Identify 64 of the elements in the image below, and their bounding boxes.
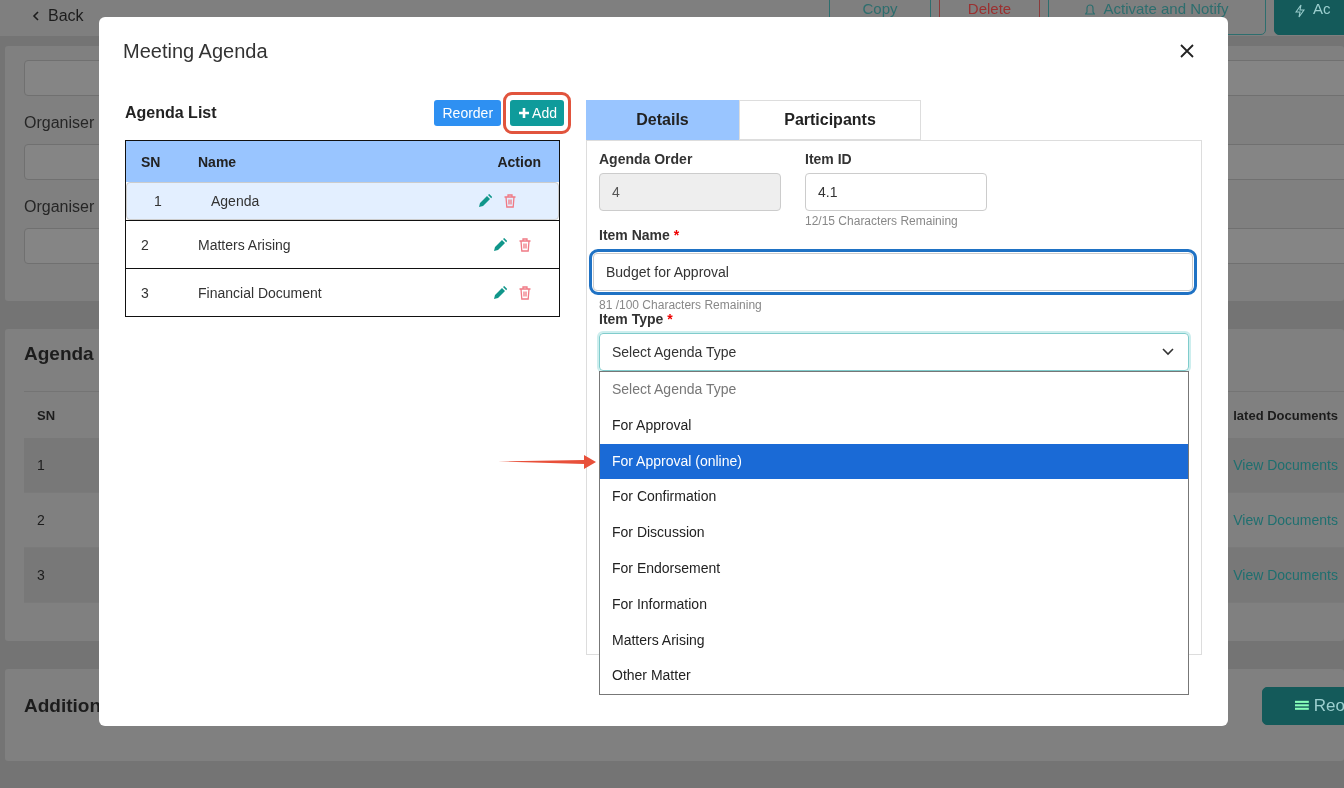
input-field[interactable]: Budget for Approval (593, 253, 1193, 291)
field-label: Item ID (805, 151, 852, 167)
table-cell-text: Financial Document (197, 284, 323, 301)
reorder-button[interactable]: Reo (1262, 687, 1344, 725)
column-header: Action (496, 153, 542, 170)
section-title: Agenda List (125, 103, 217, 122)
column-header: lated Documents (1233, 407, 1338, 423)
dropdown-option[interactable]: For Information (600, 586, 1188, 623)
edit-button[interactable] (493, 237, 507, 252)
field-label: Item Name (599, 227, 670, 243)
column-header: SN (37, 407, 56, 423)
chevron-left-icon (32, 11, 40, 21)
action-button[interactable]: Ac (1274, 0, 1344, 35)
edit-button[interactable] (493, 285, 507, 300)
bell-icon (1085, 4, 1096, 17)
edit-button[interactable] (478, 194, 492, 208)
table-cell-text: Agenda (210, 193, 261, 209)
delete-button[interactable] (504, 194, 516, 208)
column-header: Name (197, 153, 238, 170)
close-icon (1180, 44, 1194, 58)
character-count: 12/15 Characters Remaining (805, 214, 959, 227)
dropdown-option[interactable]: For Discussion (600, 515, 1188, 551)
table-cell-text: 2 (140, 236, 150, 253)
dropdown-option[interactable]: For Confirmation (600, 479, 1188, 516)
table-cell-text: 1 (153, 193, 163, 209)
pencil-icon (493, 285, 507, 300)
dropdown-option[interactable]: Matters Arising (600, 622, 1188, 659)
dropdown-option[interactable]: For Endorsement (600, 551, 1188, 587)
table-cell-text: Matters Arising (197, 236, 292, 253)
dropdown-select[interactable]: Select Agenda Type (599, 333, 1189, 371)
section-title: Agenda (24, 343, 94, 364)
delete-button[interactable] (519, 285, 531, 300)
chevron-down-icon (1162, 348, 1174, 356)
pencil-icon (478, 194, 492, 208)
back-link[interactable]: Back (32, 7, 84, 25)
table-cell-text: 3 (140, 284, 150, 301)
lightning-icon (1295, 4, 1305, 18)
pencil-icon (493, 237, 507, 252)
column-header: SN (140, 153, 162, 170)
input-field[interactable]: 4.1 (805, 173, 987, 211)
modal-title: Meeting Agenda (123, 39, 268, 63)
list-icon (1295, 699, 1309, 713)
table-cell: 3 (37, 567, 45, 583)
close-button[interactable] (1178, 42, 1196, 60)
tab[interactable]: Participants (739, 100, 921, 140)
required-mark: * (673, 227, 680, 243)
trash-icon (504, 194, 516, 208)
table-cell: 2 (37, 512, 45, 528)
trash-icon (519, 237, 531, 252)
dropdown-option[interactable]: Other Matter (600, 658, 1188, 695)
field-label: Agenda Order (599, 151, 693, 167)
plus-icon (519, 107, 530, 118)
trash-icon (519, 285, 531, 300)
table-cell: 1 (37, 457, 45, 473)
field-label: Organiser (24, 114, 95, 131)
tab[interactable]: Details (586, 100, 739, 140)
character-count: 81 /100 Characters Remaining (599, 298, 763, 311)
field-label: Item Type (599, 311, 664, 327)
section-title: Addition (24, 695, 102, 717)
dropdown-option[interactable]: For Approval (600, 407, 1188, 444)
field-label: Organiser (24, 198, 95, 215)
delete-button[interactable] (519, 237, 531, 252)
table-row[interactable]: 1 Agenda (126, 182, 559, 220)
required-mark: * (667, 311, 673, 327)
